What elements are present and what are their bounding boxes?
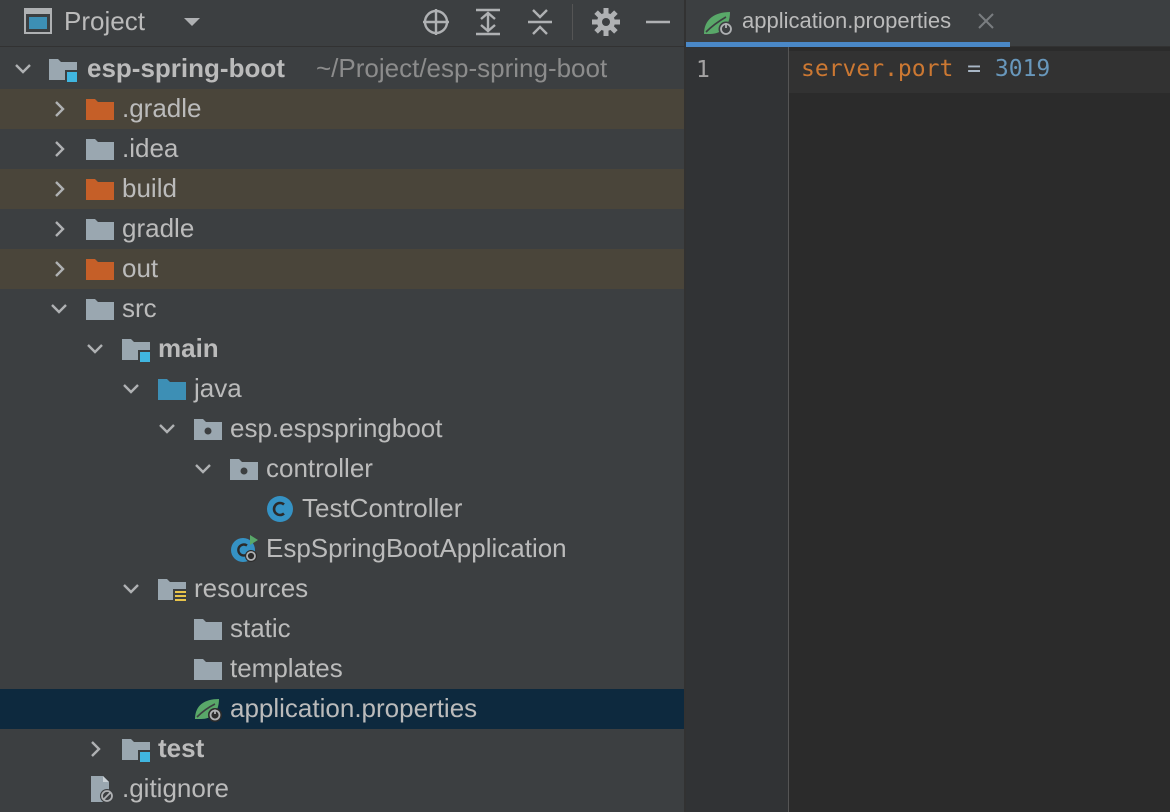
tree-item-resources[interactable]: resources (0, 569, 684, 609)
chevron-down-icon[interactable] (13, 59, 33, 79)
spring-boot-class-icon (231, 535, 258, 562)
resources-folder-icon (158, 579, 187, 603)
folder-icon (86, 299, 114, 320)
tree-item-label: TestController (302, 493, 463, 523)
ignore-file-icon (91, 776, 114, 803)
project-window-icon (24, 8, 52, 34)
project-panel-title[interactable]: Project (64, 6, 145, 37)
editor-tab-bar: application.properties (686, 0, 1170, 47)
tree-item-label: resources (194, 573, 309, 603)
tree-item-gitignore[interactable]: .gitignore (0, 769, 684, 809)
chevron-down-icon[interactable] (85, 339, 105, 359)
excluded-folder-icon (86, 99, 114, 120)
tree-item-idea[interactable]: .idea (0, 129, 684, 169)
tree-item-label: out (122, 253, 159, 283)
chevron-right-icon[interactable] (49, 179, 69, 199)
chevron-down-icon[interactable] (121, 579, 141, 599)
tree-item-main[interactable]: main (0, 329, 684, 369)
tree-item-label: controller (266, 453, 373, 483)
tree-item-label: gradle (122, 213, 195, 243)
tree-root-name: esp-spring-boot (87, 53, 285, 83)
chevron-right-icon[interactable] (49, 219, 69, 239)
folder-icon (194, 659, 222, 680)
line-number: 1 (696, 57, 710, 83)
chevron-right-icon[interactable] (49, 259, 69, 279)
close-icon[interactable] (976, 11, 996, 31)
folder-icon (86, 219, 114, 240)
source-folder-icon (158, 379, 186, 400)
tree-item-label: EspSpringBootApplication (266, 533, 567, 563)
header-separator (572, 4, 573, 40)
chevron-down-icon[interactable] (193, 459, 213, 479)
spring-properties-icon (704, 12, 734, 37)
tree-item-label: test (158, 733, 205, 763)
tree-item-label: esp.espspringboot (230, 413, 443, 443)
module-folder-icon (49, 59, 78, 83)
module-folder-icon (122, 339, 151, 363)
tree-item-java[interactable]: java (0, 369, 684, 409)
tree-item-src[interactable]: src (0, 289, 684, 329)
tree-item-label: java (194, 373, 242, 403)
editor-tab-application-properties[interactable]: application.properties (686, 0, 1010, 47)
chevron-right-icon[interactable] (49, 99, 69, 119)
chevron-down-icon[interactable] (121, 379, 141, 399)
tree-root-path: ~/Project/esp-spring-boot (316, 53, 608, 83)
chevron-down-icon[interactable] (157, 419, 177, 439)
code-line[interactable]: server.port = 3019 (801, 56, 1050, 82)
folder-icon (86, 139, 114, 160)
property-value: 3019 (994, 56, 1051, 82)
chevron-down-icon[interactable] (49, 299, 69, 319)
tree-item-label: templates (230, 653, 343, 683)
tree-item-label: main (158, 333, 219, 363)
module-folder-icon (122, 739, 151, 763)
tree-item-test[interactable]: test (0, 729, 684, 769)
gear-icon[interactable] (590, 6, 622, 38)
tree-item-testcontroller[interactable]: TestController (0, 489, 684, 529)
project-panel-header: Project (0, 0, 684, 47)
excluded-folder-icon (86, 259, 114, 280)
tree-item-label: .gradle (122, 93, 202, 123)
editor-gutter: 1 (686, 47, 789, 812)
package-icon (194, 419, 222, 440)
tree-item-out[interactable]: out (0, 249, 684, 289)
tree-item-static[interactable]: static (0, 609, 684, 649)
tree-item-label: build (122, 173, 177, 203)
chevron-right-icon[interactable] (85, 739, 105, 759)
folder-icon (194, 619, 222, 640)
tree-item-gradle-cache[interactable]: .gradle (0, 89, 684, 129)
tree-item-gradle[interactable]: gradle (0, 209, 684, 249)
editor-tab-label: application.properties (742, 8, 952, 33)
spring-properties-icon (195, 699, 222, 722)
excluded-folder-icon (86, 179, 114, 200)
tree-item-label: static (230, 613, 291, 643)
tree-item-label: src (122, 293, 157, 323)
tree-root-row[interactable]: esp-spring-boot ~/Project/esp-spring-boo… (0, 49, 684, 89)
tree-item-label: .idea (122, 133, 179, 163)
chevron-down-icon[interactable] (181, 12, 203, 32)
expand-all-icon[interactable] (472, 6, 504, 38)
chevron-right-icon[interactable] (49, 139, 69, 159)
locate-icon[interactable] (420, 6, 452, 38)
tree-item-package-espspringboot[interactable]: esp.espspringboot (0, 409, 684, 449)
tree-item-build[interactable]: build (0, 169, 684, 209)
property-operator: = (953, 56, 995, 82)
project-tool-window: Project esp-spring-boot ~/Project/esp-sp… (0, 0, 684, 812)
collapse-all-icon[interactable] (524, 6, 556, 38)
tree-item-package-controller[interactable]: controller (0, 449, 684, 489)
tree-item-application-properties[interactable]: application.properties (0, 689, 684, 729)
minimize-icon[interactable] (642, 6, 674, 38)
tree-item-label: .gitignore (122, 773, 229, 803)
tree-item-templates[interactable]: templates (0, 649, 684, 689)
tree-item-espspringbootapplication[interactable]: EspSpringBootApplication (0, 529, 684, 569)
tree-item-label: application.properties (230, 693, 478, 723)
java-class-icon (267, 496, 293, 522)
property-key: server.port (801, 56, 954, 82)
package-icon (230, 459, 258, 480)
editor-pane: application.properties 1 server.port = 3… (686, 0, 1170, 812)
